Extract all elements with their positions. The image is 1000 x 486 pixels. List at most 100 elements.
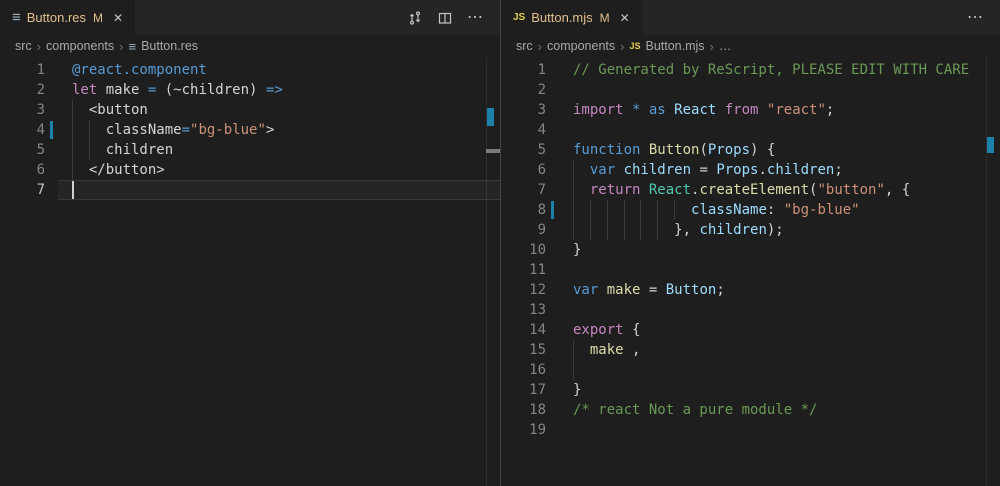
code-line[interactable]: 11 bbox=[501, 260, 1000, 280]
code-line[interactable]: 14export { bbox=[501, 320, 1000, 340]
line-number[interactable]: 15 bbox=[501, 340, 559, 360]
breadcrumb-folder[interactable]: components bbox=[547, 39, 615, 53]
code-line-content: <button bbox=[58, 100, 500, 120]
modified-badge: M bbox=[600, 11, 610, 25]
indent-guide bbox=[674, 200, 675, 220]
code-line[interactable]: 18/* react Not a pure module */ bbox=[501, 400, 1000, 420]
line-number[interactable]: 1 bbox=[0, 60, 58, 80]
line-number[interactable]: 3 bbox=[501, 100, 559, 120]
code-line[interactable]: 2let make = (~children) => bbox=[0, 80, 500, 100]
close-tab-icon[interactable]: ✕ bbox=[113, 11, 123, 25]
split-editor-icon[interactable] bbox=[437, 10, 453, 26]
line-number[interactable]: 2 bbox=[501, 80, 559, 100]
res-file-icon: ≡ bbox=[12, 10, 21, 25]
line-number[interactable]: 4 bbox=[501, 120, 559, 140]
breadcrumb-symbol-ellipsis[interactable]: … bbox=[719, 39, 732, 53]
code-segment: , bbox=[624, 342, 641, 358]
code-line[interactable]: 4 bbox=[501, 120, 1000, 140]
code-line[interactable]: 12var make = Button; bbox=[501, 280, 1000, 300]
overview-ruler[interactable] bbox=[486, 57, 500, 486]
code-line[interactable]: 3 <button bbox=[0, 100, 500, 120]
line-number[interactable]: 14 bbox=[501, 320, 559, 340]
code-segment: export bbox=[573, 322, 632, 338]
breadcrumb-folder[interactable]: src bbox=[516, 39, 533, 53]
line-number[interactable]: 6 bbox=[501, 160, 559, 180]
more-actions-icon[interactable]: ⋯ bbox=[467, 10, 484, 26]
line-number[interactable]: 17 bbox=[501, 380, 559, 400]
code-segment: children bbox=[624, 162, 691, 178]
line-number[interactable]: 5 bbox=[0, 140, 58, 160]
code-line[interactable]: 6 var children = Props.children; bbox=[501, 160, 1000, 180]
code-line[interactable]: 1 @react.component bbox=[0, 60, 500, 80]
code-line[interactable]: 3import * as React from "react"; bbox=[501, 100, 1000, 120]
code-line[interactable]: 16 bbox=[501, 360, 1000, 380]
code-line[interactable]: 5function Button(Props) { bbox=[501, 140, 1000, 160]
close-tab-icon[interactable]: ✕ bbox=[620, 11, 630, 25]
line-number[interactable]: 4 bbox=[0, 120, 58, 140]
code-segment: Button bbox=[649, 142, 700, 158]
breadcrumb-file[interactable]: Button.res bbox=[141, 39, 198, 53]
code-line[interactable]: 2 bbox=[501, 80, 1000, 100]
code-line[interactable]: 6 </button> bbox=[0, 160, 500, 180]
code-line-content: } bbox=[559, 240, 1000, 260]
modified-line-gutter-marker bbox=[50, 121, 53, 139]
tab-label: Button.mjs bbox=[531, 10, 592, 25]
code-segment bbox=[573, 342, 590, 358]
code-segment: (~children) bbox=[165, 82, 266, 98]
code-segment: function bbox=[573, 142, 649, 158]
editor-pane-left: ≡ Button.res M ✕ bbox=[0, 0, 500, 486]
line-number[interactable]: 10 bbox=[501, 240, 559, 260]
code-line[interactable]: 1// Generated by ReScript, PLEASE EDIT W… bbox=[501, 60, 1000, 80]
code-editor[interactable]: 1// Generated by ReScript, PLEASE EDIT W… bbox=[501, 57, 1000, 486]
breadcrumb-file[interactable]: Button.mjs bbox=[645, 39, 704, 53]
line-number[interactable]: 7 bbox=[501, 180, 559, 200]
line-number[interactable]: 8 bbox=[501, 200, 559, 220]
line-number[interactable]: 7 bbox=[0, 180, 58, 200]
breadcrumb-folder[interactable]: components bbox=[46, 39, 114, 53]
code-segment: Button bbox=[666, 282, 717, 298]
code-line[interactable]: 7 return React.createElement("button", { bbox=[501, 180, 1000, 200]
line-number[interactable]: 9 bbox=[501, 220, 559, 240]
code-segment: from bbox=[725, 102, 767, 118]
code-segment: <button bbox=[72, 102, 148, 118]
line-number[interactable]: 19 bbox=[501, 420, 559, 440]
code-line[interactable]: 17} bbox=[501, 380, 1000, 400]
code-line[interactable]: 19 bbox=[501, 420, 1000, 440]
line-number[interactable]: 13 bbox=[501, 300, 559, 320]
line-number[interactable]: 12 bbox=[501, 280, 559, 300]
tab-bar-right: JS Button.mjs M ✕ ⋯ bbox=[501, 0, 1000, 35]
indent-guide bbox=[607, 200, 608, 220]
line-number[interactable]: 18 bbox=[501, 400, 559, 420]
code-segment: React bbox=[649, 182, 691, 198]
line-number[interactable]: 11 bbox=[501, 260, 559, 280]
line-number[interactable]: 5 bbox=[501, 140, 559, 160]
line-number[interactable]: 3 bbox=[0, 100, 58, 120]
line-number[interactable]: 6 bbox=[0, 160, 58, 180]
code-line[interactable]: 4 className="bg-blue"> bbox=[0, 120, 500, 140]
breadcrumb-folder[interactable]: src bbox=[15, 39, 32, 53]
indent-guide bbox=[89, 120, 90, 140]
code-editor[interactable]: 1 @react.component 2let make = (~children)… bbox=[0, 57, 500, 486]
line-number[interactable]: 1 bbox=[501, 60, 559, 80]
code-line[interactable]: 8 className: "bg-blue" bbox=[501, 200, 1000, 220]
code-line[interactable]: 13 bbox=[501, 300, 1000, 320]
code-line-content: make , bbox=[559, 340, 1000, 360]
indent-guide bbox=[72, 120, 73, 140]
code-segment: @react.component bbox=[72, 62, 207, 78]
tab-button-res[interactable]: ≡ Button.res M ✕ bbox=[0, 0, 136, 35]
more-actions-icon[interactable]: ⋯ bbox=[967, 10, 984, 26]
open-changes-icon[interactable] bbox=[407, 10, 423, 26]
code-line[interactable]: 15 make , bbox=[501, 340, 1000, 360]
code-line[interactable]: 10} bbox=[501, 240, 1000, 260]
line-number[interactable]: 16 bbox=[501, 360, 559, 380]
code-segment: children bbox=[767, 162, 834, 178]
chevron-right-icon: › bbox=[620, 39, 624, 54]
code-line[interactable]: 5 children bbox=[0, 140, 500, 160]
code-line[interactable]: 9 }, children); bbox=[501, 220, 1000, 240]
code-segment: "bg-blue" bbox=[784, 202, 860, 218]
tab-button-mjs[interactable]: JS Button.mjs M ✕ bbox=[501, 0, 643, 35]
overview-ruler[interactable] bbox=[986, 57, 1000, 486]
code-line[interactable]: 7 bbox=[0, 180, 500, 200]
code-segment: ); bbox=[767, 222, 784, 238]
line-number[interactable]: 2 bbox=[0, 80, 58, 100]
